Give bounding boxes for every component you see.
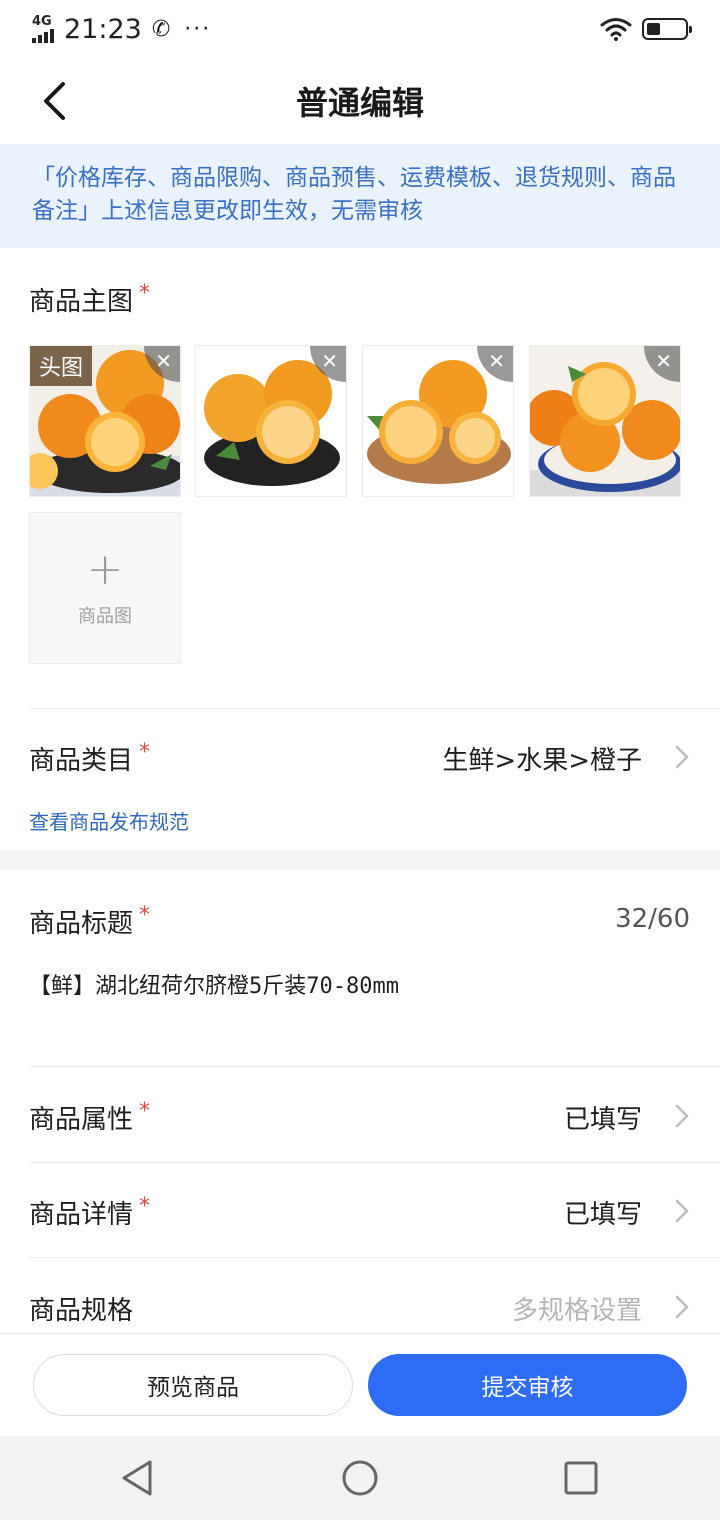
nav-bar: 普通编辑 [0,58,720,144]
specs-label: 商品规格 [29,1296,134,1326]
divider [29,708,720,709]
title-label: 商品标题 * [29,903,150,940]
required-mark: * [139,1194,151,1219]
main-images-label-text: 商品主图 [29,287,134,317]
system-navigation-bar [0,1436,720,1520]
status-bar: 4G 21:23 ✆ ··· [0,0,720,58]
details-label-text: 商品详情 [29,1200,134,1230]
close-icon: ✕ [488,349,505,373]
system-home-icon[interactable] [340,1458,380,1498]
signal-indicator: 4G [32,15,54,43]
wifi-icon [600,18,632,41]
required-mark: * [139,281,151,306]
product-image-3[interactable]: ✕ [362,345,514,497]
category-label-text: 商品类目 [29,746,134,776]
system-back-icon[interactable] [118,1458,158,1498]
back-button[interactable] [34,78,74,124]
system-recents-icon[interactable] [561,1458,601,1498]
close-icon: ✕ [655,349,672,373]
close-icon: ✕ [155,349,172,373]
head-image-tag: 头图 [30,346,92,386]
bottom-action-bar: 预览商品 提交审核 [0,1333,720,1436]
chevron-left-icon [44,82,65,120]
plus-icon: + [86,544,124,595]
publish-rules-link[interactable]: 查看商品发布规范 [29,806,189,835]
page-title: 普通编辑 [295,84,424,122]
product-image-2[interactable]: ✕ [195,345,347,497]
chevron-right-icon[interactable] [674,1198,690,1224]
more-notifications-icon: ··· [184,16,212,42]
details-status[interactable]: 已填写 [564,1194,642,1231]
add-image-button[interactable]: + 商品图 [29,512,181,664]
category-value[interactable]: 生鲜>水果>橙子 [442,740,642,777]
required-mark: * [139,903,151,928]
required-mark: * [139,1099,151,1124]
battery-icon [642,18,692,40]
battery-level [647,23,660,35]
chevron-right-icon[interactable] [674,744,690,770]
add-image-label: 商品图 [78,606,132,627]
status-left: 4G 21:23 ✆ ··· [32,14,211,45]
title-label-text: 商品标题 [29,909,134,939]
attributes-label-text: 商品属性 [29,1105,134,1135]
notice-banner: 「价格库存、商品限购、商品预售、运费模板、退货规则、商品备注」上述信息更改即生效… [0,144,720,248]
product-image-4[interactable]: ✕ [529,345,681,497]
preview-button[interactable]: 预览商品 [33,1354,353,1416]
divider [29,1162,720,1163]
divider [29,1066,720,1067]
attributes-label: 商品属性 * [29,1099,150,1136]
divider [29,1257,720,1258]
attributes-status[interactable]: 已填写 [564,1099,642,1136]
close-icon: ✕ [321,349,338,373]
details-label: 商品详情 * [29,1194,150,1231]
title-char-counter: 32/60 [615,904,690,934]
category-label: 商品类目 * [29,740,150,777]
title-input[interactable]: 【鲜】湖北纽荷尔脐橙5斤装70-80mm [29,968,399,1000]
signal-bars-icon [32,29,54,43]
status-right [600,17,692,41]
clock: 21:23 [64,13,142,45]
required-mark: * [139,740,151,765]
phone-call-icon: ✆ [151,16,171,42]
submit-review-button[interactable]: 提交审核 [368,1354,687,1416]
section-gap [0,850,720,870]
specs-placeholder[interactable]: 多规格设置 [512,1290,642,1327]
product-image-1[interactable]: 头图 ✕ [29,345,181,497]
network-type: 4G [32,14,52,29]
chevron-right-icon[interactable] [674,1103,690,1129]
main-images-label: 商品主图 * [29,281,150,318]
chevron-right-icon[interactable] [674,1294,690,1320]
